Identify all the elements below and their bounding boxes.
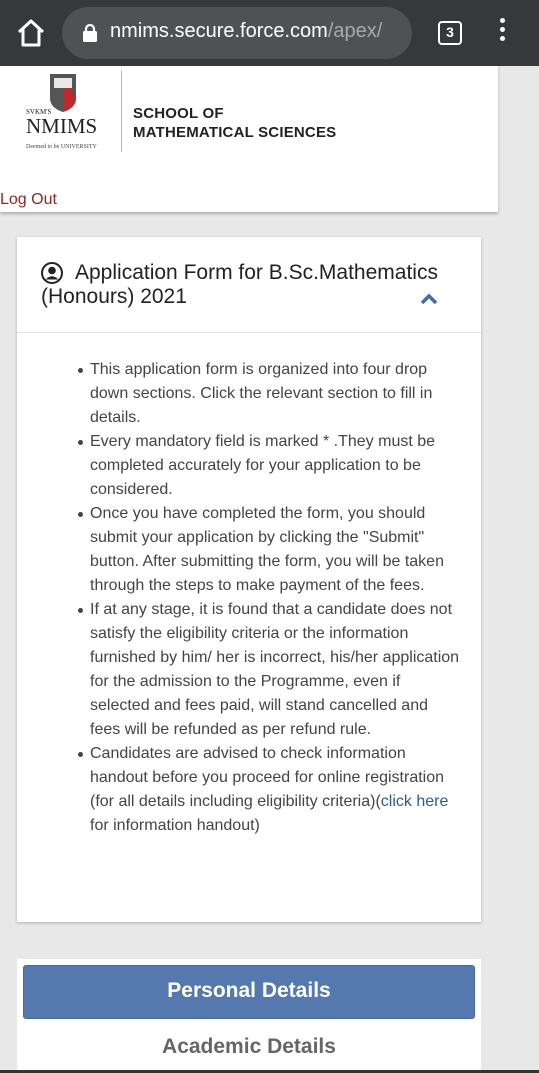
instructions-list: This application form is organized into … (78, 358, 462, 838)
lock-icon (83, 24, 97, 42)
school-name: SCHOOL OF MATHEMATICAL SCIENCES (133, 105, 337, 141)
site-header: SVKM'S NMIMS Deemed to be UNIVERSITY SCH… (0, 66, 498, 212)
svg-text:NMIMS: NMIMS (26, 114, 97, 138)
address-bar[interactable]: nmims.secure.force.com/apex/ (62, 7, 412, 59)
instruction-item: Candidates are advised to check informat… (78, 742, 462, 838)
form-title: Application Form for B.Sc.Mathematics (H… (41, 261, 438, 308)
application-card-header[interactable]: Application Form for B.Sc.Mathematics (H… (17, 237, 481, 333)
instruction-item: Every mandatory field is marked * .They … (78, 430, 462, 502)
chevron-up-icon[interactable] (419, 292, 439, 306)
home-icon[interactable] (14, 16, 48, 50)
browser-toolbar: nmims.secure.force.com/apex/ 3 (0, 0, 539, 66)
instruction-item: If at any stage, it is found that a cand… (78, 598, 462, 742)
nmims-logo: SVKM'S NMIMS Deemed to be UNIVERSITY (26, 74, 97, 150)
form-sections: Personal Details Academic Details (17, 959, 481, 1073)
instruction-item: Once you have completed the form, you sh… (78, 502, 462, 598)
application-card: Application Form for B.Sc.Mathematics (H… (17, 237, 481, 922)
url-text: nmims.secure.force.com/apex/ (110, 20, 383, 42)
handout-link[interactable]: click here (381, 793, 449, 810)
svg-text:Deemed to be UNIVERSITY: Deemed to be UNIVERSITY (26, 144, 97, 150)
more-options-icon[interactable] (494, 18, 510, 48)
personal-details-button[interactable]: Personal Details (23, 965, 475, 1019)
tab-switcher-button[interactable]: 3 (438, 21, 462, 45)
logout-link[interactable]: Log Out (0, 191, 57, 209)
instruction-item: This application form is organized into … (78, 358, 462, 430)
academic-details-button[interactable]: Academic Details (17, 1035, 481, 1059)
logo-divider (121, 70, 122, 152)
